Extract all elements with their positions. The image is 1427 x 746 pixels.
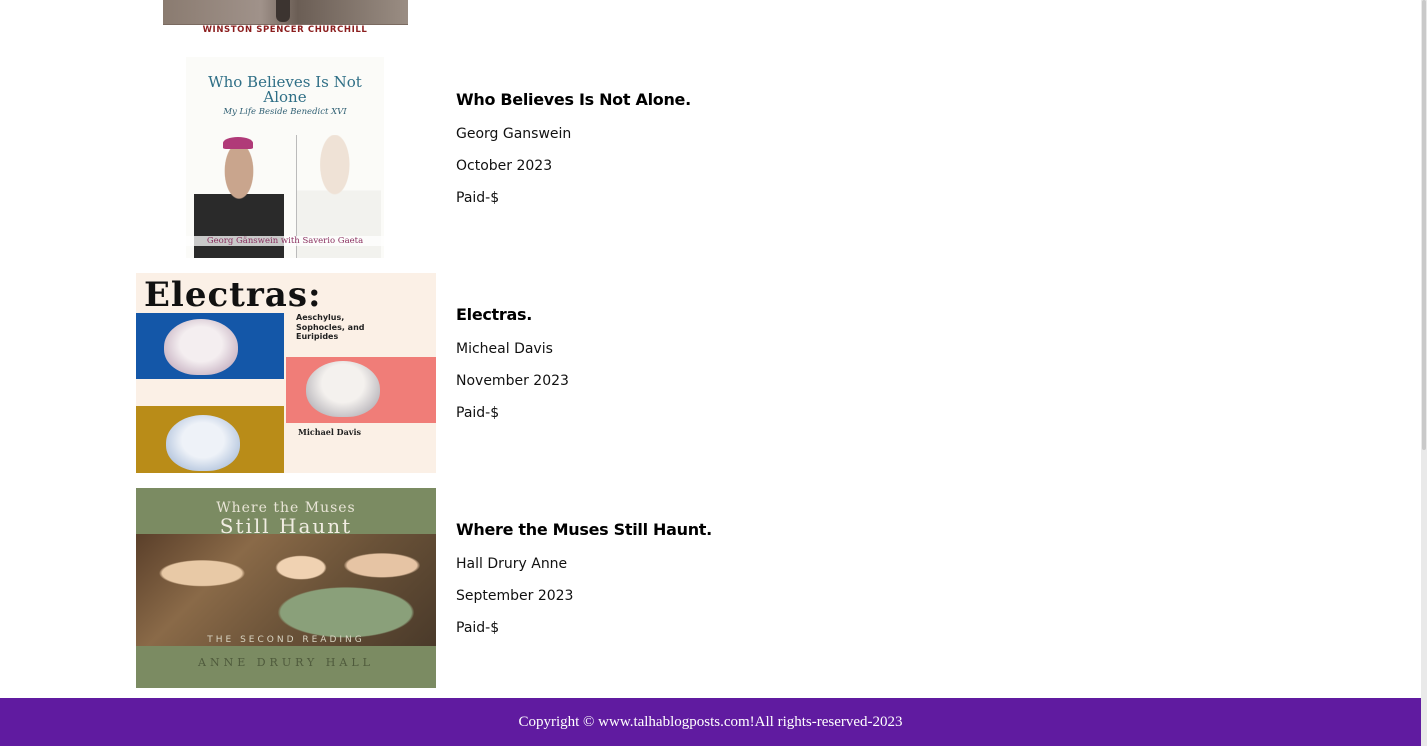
cover-subtitle: THE SECOND READING <box>207 635 365 645</box>
book-cover-muses[interactable]: Where the Muses Still Haunt THE SECOND R… <box>136 488 436 688</box>
page: WINSTON SPENCER CHURCHILL Who Believes I… <box>0 0 1421 746</box>
book-author: Hall Drury Anne <box>456 556 568 572</box>
book-item-muses: Where the Muses Still Haunt THE SECOND R… <box>0 0 1000 688</box>
cover-title: Electras: <box>144 275 322 315</box>
book-author: Micheal Davis <box>456 341 553 357</box>
cover-author: Michael Davis <box>298 427 361 437</box>
book-date: September 2023 <box>456 588 574 604</box>
book-title[interactable]: Electras. <box>456 305 532 324</box>
cover-author: ANNE DRURY HALL <box>198 656 374 669</box>
book-price: Paid-$ <box>456 620 500 636</box>
cover-sculpture-head <box>306 361 380 417</box>
scrollbar-thumb[interactable] <box>1422 0 1426 450</box>
book-cover-electras[interactable]: Electras: Aeschylus, Sophocles, and Euri… <box>136 273 436 473</box>
book-date: November 2023 <box>456 373 569 389</box>
cover-sculpture-head <box>164 319 238 375</box>
cover-sculpture-head <box>166 415 240 471</box>
cover-painting <box>136 534 436 646</box>
book-price: Paid-$ <box>456 405 500 421</box>
book-title[interactable]: Where the Muses Still Haunt. <box>456 520 712 539</box>
copyright-text: Copyright © www.talhablogposts.com!All r… <box>518 713 903 730</box>
vertical-scrollbar[interactable] <box>1421 0 1427 746</box>
footer: Copyright © www.talhablogposts.com!All r… <box>0 698 1421 746</box>
cover-subtitle: Aeschylus, Sophocles, and Euripides <box>296 313 365 341</box>
cover-author: Georg Gänswein with Saverio Gaeta <box>186 236 384 246</box>
